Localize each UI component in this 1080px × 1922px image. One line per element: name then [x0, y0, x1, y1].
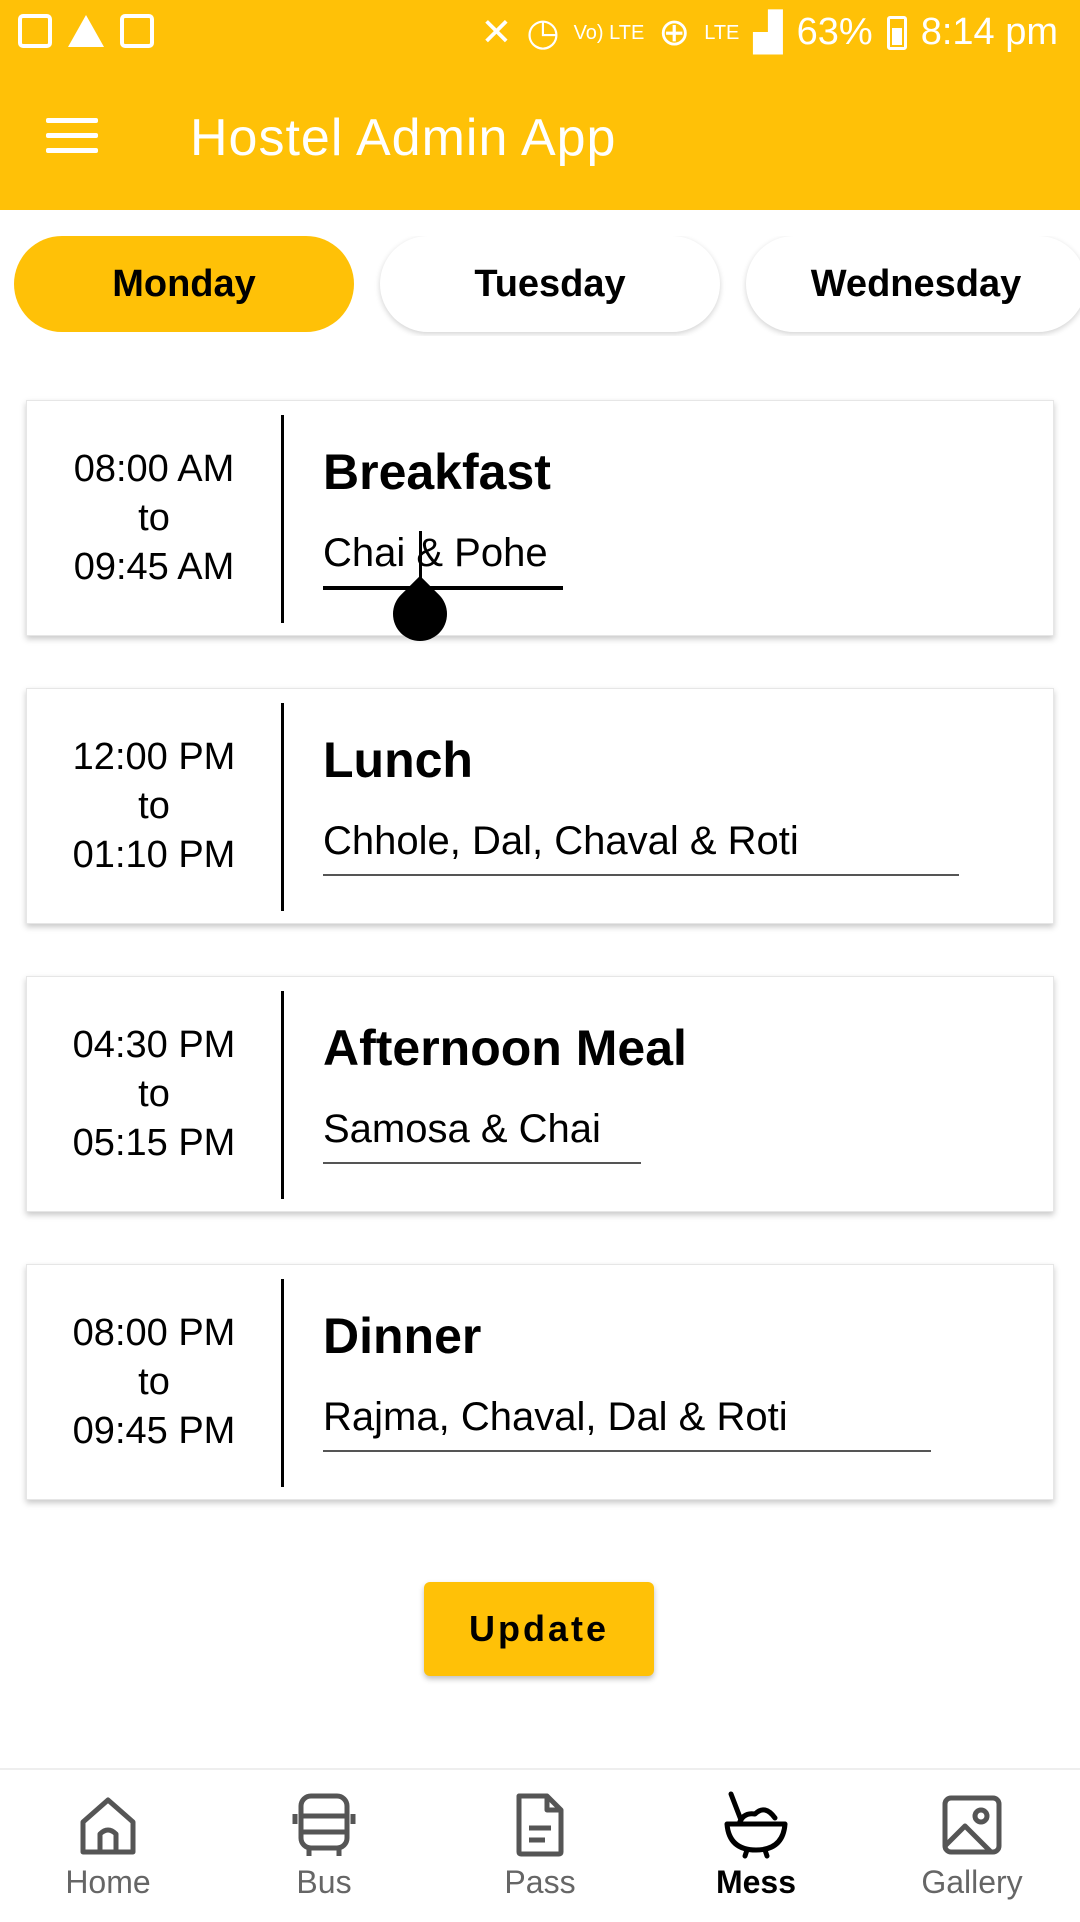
- update-button[interactable]: Update: [424, 1582, 654, 1676]
- nav-label: Gallery: [921, 1864, 1023, 1900]
- meal-title: Lunch: [323, 732, 473, 788]
- nav-label: Pass: [504, 1864, 576, 1900]
- battery-percent: 63%: [796, 11, 873, 53]
- alarm-icon: ◷: [526, 12, 560, 54]
- meal-time-separator: to: [138, 1072, 170, 1115]
- nav-label: Home: [65, 1864, 151, 1900]
- meal-card-dinner: 08:00 PM to 09:45 PM Dinner Rajma, Chava…: [26, 1264, 1054, 1500]
- meal-time: 08:00 AM to 09:45 AM: [27, 401, 281, 635]
- meal-end-time: 09:45 AM: [73, 545, 235, 588]
- nav-label: Bus: [296, 1864, 352, 1900]
- nav-gallery[interactable]: Gallery: [864, 1770, 1080, 1922]
- day-tabs: Monday Tuesday Wednesday: [0, 236, 1080, 336]
- meal-time: 08:00 PM to 09:45 PM: [27, 1265, 281, 1499]
- meal-time-separator: to: [138, 496, 170, 539]
- tab-wednesday[interactable]: Wednesday: [746, 236, 1080, 332]
- meal-end-time: 05:15 PM: [72, 1121, 236, 1164]
- meal-card-breakfast: 08:00 AM to 09:45 AM Breakfast Chai & Po…: [26, 400, 1054, 653]
- nav-home[interactable]: Home: [0, 1770, 216, 1922]
- meal-menu-input[interactable]: Samosa & Chai: [323, 1107, 641, 1164]
- card-divider: [281, 415, 284, 623]
- bus-icon: [292, 1793, 356, 1856]
- food-bowl-icon: [724, 1791, 788, 1859]
- meal-title: Dinner: [323, 1308, 482, 1364]
- nav-pass[interactable]: Pass: [432, 1770, 648, 1922]
- meal-menu-input[interactable]: Chai & Pohe: [323, 531, 563, 590]
- meal-end-time: 01:10 PM: [72, 833, 236, 876]
- meal-start-time: 04:30 PM: [72, 1023, 236, 1066]
- image-icon: [18, 14, 52, 48]
- nav-mess[interactable]: Mess: [648, 1770, 864, 1922]
- meal-title: Afternoon Meal: [323, 1020, 687, 1076]
- app-title: Hostel Admin App: [190, 109, 617, 167]
- nav-bus[interactable]: Bus: [216, 1770, 432, 1922]
- status-left-icons: [18, 14, 154, 48]
- app-bar: ✕ ◷ Vo) LTE ⊕ LTE ▟ 63% 8:14 pm Hostel A…: [0, 0, 1080, 210]
- meal-time-separator: to: [138, 1360, 170, 1403]
- meal-card-afternoon: 04:30 PM to 05:15 PM Afternoon Meal Samo…: [26, 976, 1054, 1212]
- volte-icon: Vo) LTE: [573, 21, 645, 44]
- battery-icon: [886, 15, 907, 50]
- meal-time: 12:00 PM to 01:10 PM: [27, 689, 281, 923]
- meal-start-time: 12:00 PM: [72, 735, 236, 778]
- meal-time: 04:30 PM to 05:15 PM: [27, 977, 281, 1211]
- lte-icon: LTE: [704, 21, 740, 44]
- meal-time-separator: to: [138, 784, 170, 827]
- meal-menu-input[interactable]: Rajma, Chaval, Dal & Roti: [323, 1395, 931, 1452]
- warning-icon: [68, 15, 104, 47]
- mute-icon: ✕: [480, 12, 513, 54]
- status-time: 8:14 pm: [920, 11, 1058, 53]
- card-divider: [281, 991, 284, 1199]
- wifi-icon: [120, 14, 154, 48]
- card-divider: [281, 703, 284, 911]
- meal-start-time: 08:00 AM: [73, 447, 235, 490]
- card-divider: [281, 1279, 284, 1487]
- signal-icon: ▟: [753, 12, 783, 54]
- home-icon: [80, 1797, 136, 1855]
- nav-label: Mess: [715, 1864, 797, 1900]
- meal-menu-input[interactable]: Chhole, Dal, Chaval & Roti: [323, 819, 959, 876]
- meal-card-lunch: 12:00 PM to 01:10 PM Lunch Chhole, Dal, …: [26, 688, 1054, 924]
- meal-start-time: 08:00 PM: [72, 1311, 236, 1354]
- bottom-navigation: Home Bus Pass Mess Gallery: [0, 1768, 1080, 1922]
- status-right-icons: ✕ ◷ Vo) LTE ⊕ LTE ▟ 63% 8:14 pm: [481, 10, 1058, 55]
- meal-end-time: 09:45 PM: [72, 1409, 236, 1452]
- tab-monday[interactable]: Monday: [14, 236, 354, 332]
- gallery-icon: [942, 1795, 1002, 1855]
- status-bar: ✕ ◷ Vo) LTE ⊕ LTE ▟ 63% 8:14 pm: [0, 0, 1080, 66]
- hamburger-menu-icon[interactable]: [46, 118, 98, 154]
- tab-tuesday[interactable]: Tuesday: [380, 236, 720, 332]
- document-icon: [516, 1793, 564, 1857]
- meal-title: Breakfast: [323, 444, 551, 500]
- globe-icon: ⊕: [658, 12, 691, 54]
